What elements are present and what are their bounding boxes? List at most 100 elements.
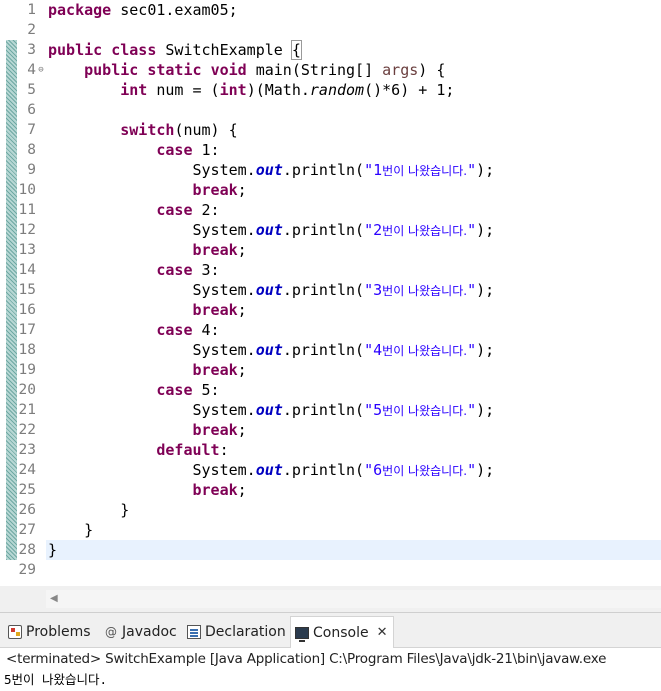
- code-line[interactable]: default:: [46, 440, 661, 460]
- code-line[interactable]: [46, 100, 661, 120]
- code-line[interactable]: case 2:: [46, 200, 661, 220]
- line-number: 4: [27, 62, 36, 78]
- code-token: ;: [237, 241, 247, 259]
- scroll-left-arrow-icon[interactable]: ◀: [50, 593, 58, 604]
- code-line[interactable]: break;: [46, 180, 661, 200]
- code-token: "5: [364, 401, 383, 419]
- code-token: ()*6) + 1;: [364, 81, 455, 99]
- code-line[interactable]: case 3:: [46, 260, 661, 280]
- code-token: break: [192, 421, 238, 439]
- tab-problems[interactable]: Problems: [8, 619, 91, 645]
- code-token: 번이 나왔습니다.: [382, 464, 468, 478]
- code-line[interactable]: case 1:: [46, 140, 661, 160]
- quick-diff-change-bar: [6, 40, 17, 560]
- console-output[interactable]: 5번이 나왔습니다.: [4, 670, 661, 690]
- code-line[interactable]: System.out.println("1번이 나왔습니다.");: [46, 160, 661, 180]
- java-editor[interactable]: 1 2 3 4 ⊖ 5 6 7 8 9 10 11 12 13 14 15 16 17 18 19 20 21 22 23 24…: [0, 0, 661, 586]
- code-token: .println(: [282, 161, 365, 179]
- code-area[interactable]: package sec01.exam05; public class Switch…: [46, 0, 661, 586]
- code-token: }: [48, 501, 130, 519]
- code-line[interactable]: public static void main(String[] args) {: [46, 60, 661, 80]
- code-token: out: [255, 461, 283, 479]
- code-token: break: [192, 361, 238, 379]
- line-number: 24: [18, 462, 36, 478]
- code-line[interactable]: case 5:: [46, 380, 661, 400]
- code-token: ) {: [418, 61, 446, 79]
- code-line[interactable]: System.out.println("4번이 나왔습니다.");: [46, 340, 661, 360]
- code-token: out: [255, 161, 283, 179]
- code-line[interactable]: System.out.println("6번이 나왔습니다.");: [46, 460, 661, 480]
- code-token: System.: [48, 341, 256, 359]
- code-token: default: [156, 441, 220, 459]
- line-number: 23: [18, 442, 36, 458]
- code-line[interactable]: break;: [46, 420, 661, 440]
- code-line[interactable]: [46, 20, 661, 40]
- code-token: num = (: [147, 81, 220, 99]
- code-token: random: [309, 81, 365, 99]
- current-code-line[interactable]: }: [46, 540, 661, 560]
- code-token: }: [48, 541, 58, 559]
- code-line[interactable]: int num = (int)(Math.random()*6) + 1;: [46, 80, 661, 100]
- code-token: .println(: [282, 401, 365, 419]
- code-token: "6: [364, 461, 383, 479]
- tab-console[interactable]: Console ✕: [290, 616, 395, 648]
- horizontal-scrollbar[interactable]: ◀: [46, 590, 661, 608]
- code-token: out: [255, 341, 283, 359]
- code-token: ;: [237, 181, 247, 199]
- code-token: ;: [237, 421, 247, 439]
- line-number: 20: [18, 382, 36, 398]
- code-token: System.: [48, 281, 256, 299]
- line-number: 1: [27, 2, 36, 18]
- line-number: 3: [27, 42, 36, 58]
- code-line[interactable]: break;: [46, 360, 661, 380]
- line-number: 15: [18, 282, 36, 298]
- code-token: SwitchExample: [156, 41, 292, 59]
- tab-javadoc[interactable]: @ Javadoc: [104, 619, 177, 645]
- code-token: );: [476, 161, 495, 179]
- code-token: public: [84, 61, 139, 79]
- code-token: switch: [120, 121, 175, 139]
- tab-declaration[interactable]: Declaration: [187, 619, 286, 645]
- code-token: break: [192, 481, 238, 499]
- line-number: 26: [18, 502, 36, 518]
- code-token: ": [467, 161, 477, 179]
- code-line[interactable]: System.out.println("5번이 나왔습니다.");: [46, 400, 661, 420]
- close-icon[interactable]: ✕: [377, 625, 388, 640]
- code-token: );: [476, 461, 495, 479]
- code-line[interactable]: [46, 560, 661, 580]
- code-token: case: [156, 321, 193, 339]
- code-line[interactable]: break;: [46, 240, 661, 260]
- line-number: 14: [18, 262, 36, 278]
- fold-collapse-icon[interactable]: ⊖: [36, 60, 46, 80]
- code-line[interactable]: package sec01.exam05;: [46, 0, 661, 20]
- problems-icon: [8, 625, 22, 639]
- code-line[interactable]: System.out.println("2번이 나왔습니다.");: [46, 220, 661, 240]
- code-token: args: [382, 61, 419, 79]
- code-token: out: [255, 221, 283, 239]
- code-token: case: [156, 261, 193, 279]
- code-token: case: [156, 141, 193, 159]
- code-line[interactable]: break;: [46, 480, 661, 500]
- code-line[interactable]: public class SwitchExample {: [46, 40, 661, 60]
- bottom-panel: Problems @ Javadoc Declaration Console ✕…: [0, 612, 661, 691]
- tab-label: Javadoc: [122, 624, 177, 640]
- code-token: main(String[]: [246, 61, 383, 79]
- code-line[interactable]: switch(num) {: [46, 120, 661, 140]
- code-token: ": [467, 401, 477, 419]
- code-token: 4:: [192, 321, 220, 339]
- tab-label: Declaration: [205, 624, 286, 640]
- code-line[interactable]: System.out.println("3번이 나왔습니다.");: [46, 280, 661, 300]
- code-line[interactable]: break;: [46, 300, 661, 320]
- code-line[interactable]: }: [46, 500, 661, 520]
- code-line[interactable]: case 4:: [46, 320, 661, 340]
- code-line[interactable]: }: [46, 520, 661, 540]
- code-token: case: [156, 381, 193, 399]
- code-token: void: [210, 61, 247, 79]
- code-token: sec01.exam05;: [111, 1, 238, 19]
